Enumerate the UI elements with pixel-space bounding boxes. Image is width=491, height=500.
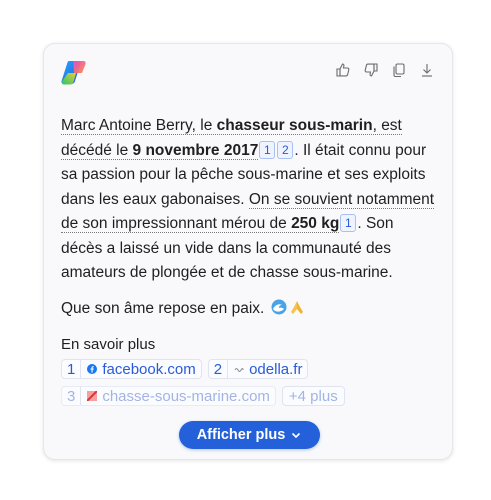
source-label: odella.fr: [249, 360, 303, 378]
citation-1[interactable]: 1: [259, 140, 276, 159]
download-icon[interactable]: [418, 61, 436, 79]
citation-2[interactable]: 2: [277, 140, 294, 159]
copilot-logo: [60, 59, 90, 85]
source-link-odella[interactable]: 2 odella.fr: [207, 359, 309, 379]
odella-icon: [234, 368, 244, 372]
learn-more-label: En savoir plus: [61, 336, 156, 353]
thumbs-down-icon[interactable]: [362, 61, 380, 79]
source-label: chasse-sous-marine.com: [102, 387, 270, 405]
bold-subject: chasseur sous-marin: [216, 117, 373, 134]
show-more-label: Afficher plus: [196, 427, 286, 443]
source-number: 1: [62, 360, 82, 378]
paragraph-2: Que son âme repose en paix.: [61, 297, 439, 322]
source-link-facebook[interactable]: 1 facebook.com: [61, 359, 202, 379]
citation-3[interactable]: 1: [340, 214, 357, 232]
response-actions: [334, 61, 436, 79]
bold-date: 9 novembre 2017: [132, 141, 259, 159]
praying-hands-emoji-icon: [290, 300, 303, 314]
source-link-chasse-sous-marine[interactable]: 3 chasse-sous-marine.com: [61, 386, 276, 406]
paragraph-1: Marc Antoine Berry, le chasseur sous-mar…: [61, 117, 435, 281]
chasse-icon: [87, 391, 98, 401]
copilot-response-card: Marc Antoine Berry, le chasseur sous-mar…: [43, 43, 453, 460]
source-label: facebook.com: [102, 360, 196, 378]
facebook-icon: [87, 364, 98, 374]
source-number: 3: [62, 387, 82, 405]
bold-weight: 250 kg: [291, 215, 340, 232]
wave-emoji-icon: [271, 299, 287, 314]
more-sources-button[interactable]: +4 plus: [281, 386, 345, 406]
sources-list: 1 facebook.com 2 odella.fr 3 chasse-sous…: [61, 359, 441, 413]
copy-icon[interactable]: [390, 61, 408, 79]
thumbs-up-icon[interactable]: [334, 61, 352, 79]
chevron-down-icon: [292, 432, 301, 439]
show-more-button[interactable]: Afficher plus: [179, 421, 320, 449]
response-text: Marc Antoine Berry, le chasseur sous-mar…: [61, 114, 439, 321]
source-number: 2: [209, 360, 229, 378]
